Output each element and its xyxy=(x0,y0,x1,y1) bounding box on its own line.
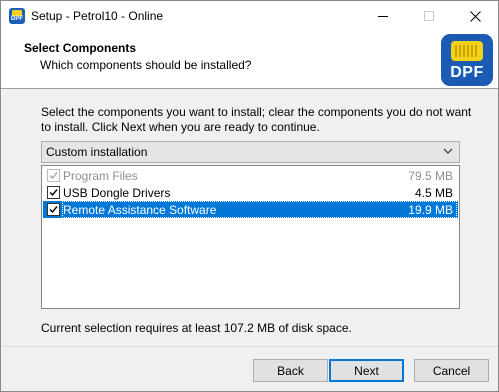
setup-window: DPF Setup - Petrol10 - Online Select Com… xyxy=(0,0,499,392)
back-button[interactable]: Back xyxy=(253,359,328,382)
component-label: Program Files xyxy=(63,169,138,183)
title-bar[interactable]: DPF Setup - Petrol10 - Online xyxy=(1,1,498,31)
app-icon-text: DPF xyxy=(11,16,23,22)
component-row-remote-assistance[interactable]: Remote Assistance Software 19.9 MB xyxy=(43,201,458,218)
next-button[interactable]: Next xyxy=(329,359,404,382)
dpf-logo: DPF xyxy=(441,34,493,86)
cancel-button[interactable]: Cancel xyxy=(414,359,489,382)
checkmark-icon xyxy=(49,172,58,180)
disk-space-requirement: Current selection requires at least 107.… xyxy=(41,321,352,335)
close-icon xyxy=(469,10,481,22)
component-checkbox xyxy=(47,169,60,182)
component-row-usb-dongle-drivers[interactable]: USB Dongle Drivers 4.5 MB xyxy=(43,184,458,201)
component-size: 4.5 MB xyxy=(414,186,453,200)
component-checkbox[interactable] xyxy=(47,203,60,216)
component-row-program-files: Program Files 79.5 MB xyxy=(43,167,458,184)
instructions-text: Select the components you want to instal… xyxy=(41,105,472,134)
install-type-value: Custom installation xyxy=(46,145,148,159)
component-size: 79.5 MB xyxy=(408,169,453,183)
app-icon: DPF xyxy=(9,8,25,24)
minimize-icon xyxy=(378,15,388,17)
close-button[interactable] xyxy=(452,1,498,31)
install-type-dropdown[interactable]: Custom installation xyxy=(41,141,460,163)
minimize-button[interactable] xyxy=(360,1,406,31)
maximize-button xyxy=(406,1,452,31)
checkmark-icon xyxy=(49,206,58,214)
logo-text: DPF xyxy=(450,64,484,81)
checkmark-icon xyxy=(49,189,58,197)
plug-pins xyxy=(455,45,479,57)
window-title: Setup - Petrol10 - Online xyxy=(31,9,164,23)
components-list[interactable]: Program Files 79.5 MB USB Dongle Drivers… xyxy=(41,165,460,309)
component-checkbox[interactable] xyxy=(47,186,60,199)
component-label: Remote Assistance Software xyxy=(63,203,217,217)
wizard-header: Select Components Which components shoul… xyxy=(1,31,498,89)
component-label: USB Dongle Drivers xyxy=(63,186,171,200)
maximize-icon xyxy=(424,11,434,21)
chevron-down-icon xyxy=(443,148,453,154)
page-title: Select Components xyxy=(24,41,137,55)
component-size: 19.9 MB xyxy=(408,203,453,217)
page-subtitle: Which components should be installed? xyxy=(40,58,252,72)
footer-divider xyxy=(1,346,498,347)
